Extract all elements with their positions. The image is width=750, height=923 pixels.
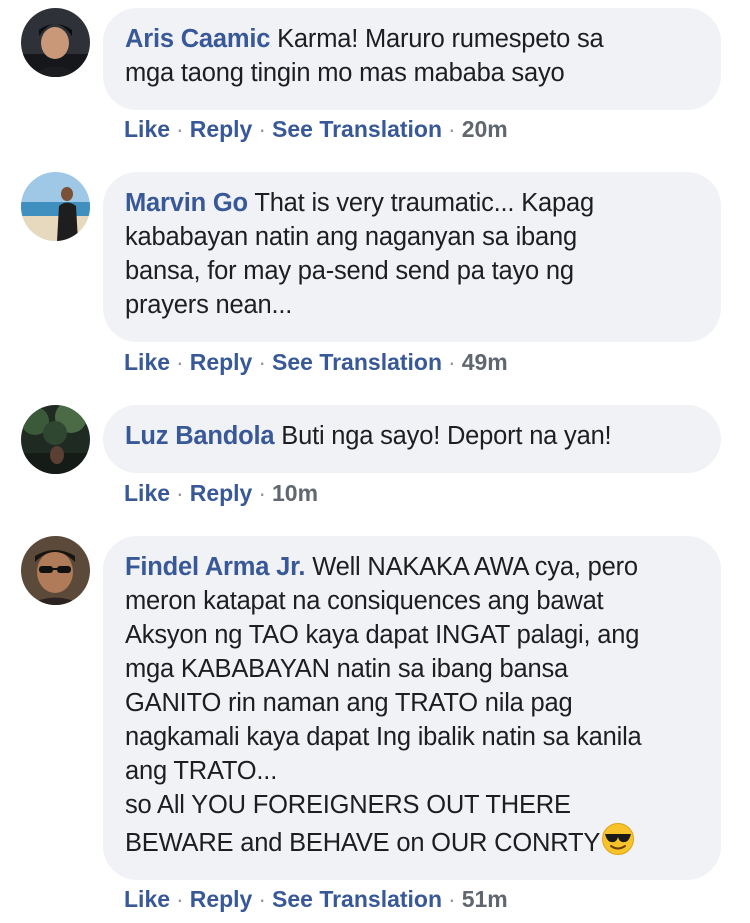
comment-text: Well NAKAKA AWA cya, pero meron katapat … [125,553,642,857]
comment-bubble: Marvin Go That is very traumatic... Kapa… [103,172,721,342]
separator-dot: · [176,480,184,506]
sunglasses-emoji-icon [602,823,635,855]
avatar[interactable] [21,536,90,605]
comment-timestamp[interactable]: 10m [272,480,318,506]
reply-link[interactable]: Reply [190,480,253,506]
avatar-photo-icon [21,8,90,77]
comment-actions: Like · Reply · See Translation · 49m [124,347,508,377]
avatar-photo-icon [21,172,90,241]
separator-dot: · [258,116,267,142]
separator-dot: · [176,116,184,142]
comment-bubble: Luz Bandola Buti nga sayo! Deport na yan… [103,405,721,473]
separator-dot: · [176,886,184,912]
see-translation-link[interactable]: See Translation [272,886,442,912]
comment-bubble: Aris Caamic Karma! Maruro rumespeto sa m… [103,8,721,110]
reply-link[interactable]: Reply [190,349,253,375]
separator-dot: · [448,886,456,912]
see-translation-link[interactable]: See Translation [272,349,442,375]
reply-link[interactable]: Reply [190,116,253,142]
comment-timestamp[interactable]: 20m [462,116,508,142]
see-translation-link[interactable]: See Translation [272,116,442,142]
avatar-photo-icon [21,405,90,474]
comment-author-link[interactable]: Aris Caamic [125,25,270,53]
comment-timestamp[interactable]: 49m [462,349,508,375]
comment-actions: Like · Reply · 10m [124,478,318,508]
comment-timestamp[interactable]: 51m [462,886,508,912]
like-link[interactable]: Like [124,116,170,142]
comment-author-link[interactable]: Findel Arma Jr. [125,553,305,581]
comment-actions: Like · Reply · See Translation · 20m [124,114,508,144]
comment-bubble: Findel Arma Jr. Well NAKAKA AWA cya, per… [103,536,721,880]
comment-author-link[interactable]: Marvin Go [125,189,248,217]
like-link[interactable]: Like [124,349,170,375]
reply-link[interactable]: Reply [190,886,253,912]
comment-text: Buti nga sayo! Deport na yan! [281,422,612,450]
like-link[interactable]: Like [124,886,170,912]
separator-dot: · [176,349,184,375]
separator-dot: · [258,886,267,912]
separator-dot: · [448,116,456,142]
comment-author-link[interactable]: Luz Bandola [125,422,275,450]
separator-dot: · [258,480,267,506]
avatar[interactable] [21,172,90,241]
avatar[interactable] [21,8,90,77]
avatar[interactable] [21,405,90,474]
separator-dot: · [448,349,456,375]
like-link[interactable]: Like [124,480,170,506]
avatar-photo-icon [21,536,90,605]
comment-actions: Like · Reply · See Translation · 51m [124,884,508,914]
separator-dot: · [258,349,267,375]
